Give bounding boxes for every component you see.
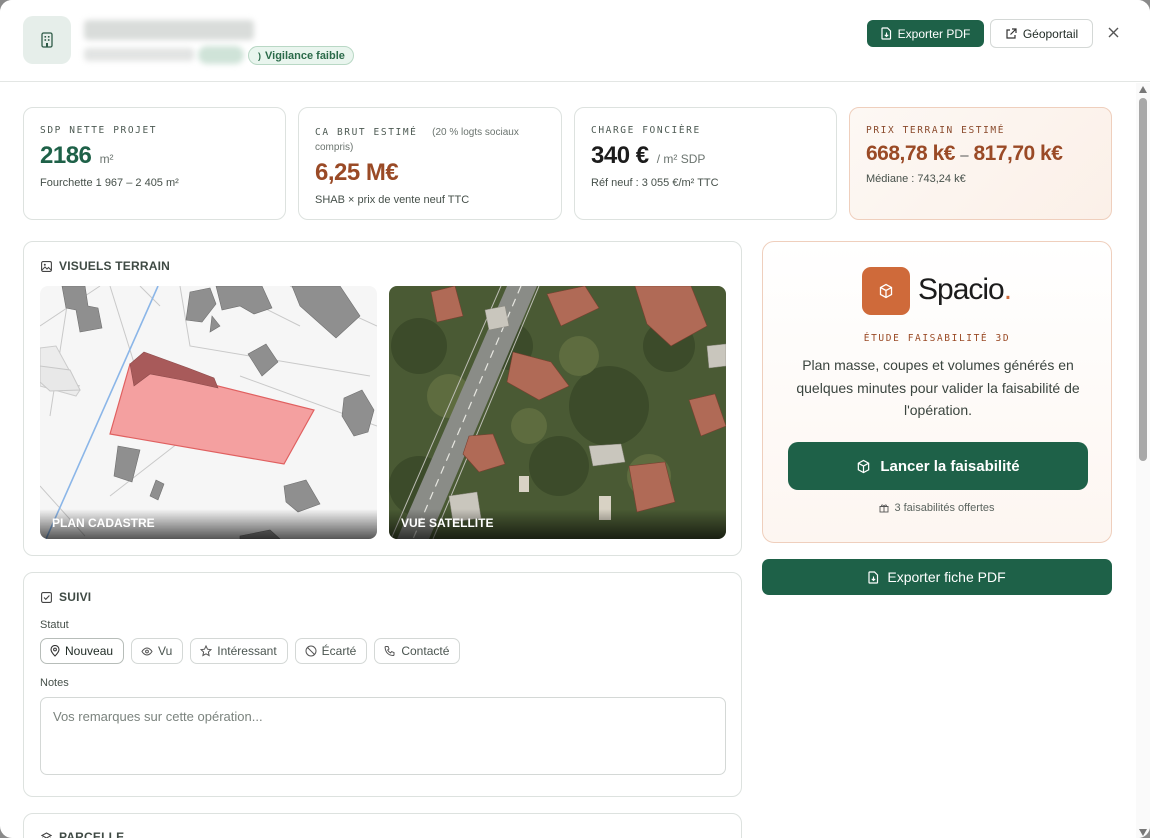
kpi-label: SDP NETTE PROJET	[40, 125, 158, 136]
scrollbar-thumb[interactable]	[1139, 98, 1147, 461]
badge-redacted	[198, 46, 244, 64]
status-chip-interessant[interactable]: Intéressant	[190, 638, 288, 664]
parcelle-panel: PARCELLE	[23, 813, 742, 838]
notes-label: Notes	[40, 677, 69, 689]
kpi-ca-card: CA BRUT ESTIMÉ (20 % logts sociaux compr…	[298, 107, 562, 220]
spacio-brand-name: Spacio.	[918, 273, 1012, 306]
close-icon	[1108, 27, 1118, 37]
file-export-icon	[868, 570, 879, 584]
export-fiche-pdf-button[interactable]: Exporter fiche PDF	[762, 559, 1112, 595]
kpi-note: SHAB × prix de vente neuf TTC	[315, 194, 470, 206]
spacio-offer: 3 faisabilités offertes	[763, 502, 1111, 514]
kpi-value: 6,25 M€	[315, 159, 399, 186]
spacio-promo-card: Spacio. ÉTUDE FAISABILITÉ 3D Plan masse,…	[762, 241, 1112, 543]
satellite-map-image[interactable]: VUE SATELLITE	[389, 286, 726, 539]
kpi-value: 668,78 k€ – 817,70 k€	[866, 142, 1063, 165]
kpi-value: 340 € / m² SDP	[591, 142, 706, 169]
eye-icon	[141, 646, 153, 656]
vigilance-icon: )	[258, 50, 261, 61]
satellite-caption: VUE SATELLITE	[389, 509, 726, 539]
status-chip-ecarte[interactable]: Écarté	[294, 638, 368, 664]
status-chip-contacte[interactable]: Contacté	[374, 638, 461, 664]
satellite-view-drawing	[389, 286, 726, 539]
phone-icon	[384, 646, 395, 657]
suivi-panel: SUIVI Statut Nouveau Vu Intéressant Écar…	[23, 572, 742, 797]
scroll-down-arrow-icon[interactable]	[1139, 829, 1147, 836]
visuels-terrain-panel: VISUELS TERRAIN PLAN CADASTRE VUE SATELL…	[23, 241, 742, 556]
kpi-charge-card: CHARGE FONCIÈRE 340 € / m² SDP Réf neuf …	[574, 107, 837, 220]
status-chip-nouveau[interactable]: Nouveau	[40, 638, 125, 664]
status-chip-group: Nouveau Vu Intéressant Écarté Contacté	[40, 638, 461, 664]
statut-label: Statut	[40, 619, 69, 631]
cadastre-caption: PLAN CADASTRE	[40, 509, 377, 539]
gift-icon	[879, 504, 889, 513]
spacio-description: Plan masse, coupes et volumes générés en…	[796, 357, 1080, 418]
modal-header: ) Vigilance faible Exporter PDF Géoporta…	[0, 0, 1150, 82]
kpi-sdp-card: SDP NETTE PROJET 2186 m² Fourchette 1 96…	[23, 107, 286, 220]
kpi-label: CHARGE FONCIÈRE	[591, 125, 701, 136]
image-icon	[41, 260, 52, 272]
star-icon	[200, 645, 213, 657]
ban-icon	[305, 645, 317, 657]
section-title: VISUELS TERRAIN	[41, 259, 170, 273]
cadastre-map-image[interactable]: PLAN CADASTRE	[40, 286, 377, 539]
parcel-address-redacted	[84, 20, 254, 40]
building-icon	[23, 16, 71, 64]
geoportail-button[interactable]: Géoportail	[990, 19, 1093, 48]
file-export-icon	[881, 27, 891, 40]
kpi-note: Réf neuf : 3 055 €/m² TTC	[591, 177, 719, 189]
notes-textarea[interactable]	[40, 697, 726, 775]
external-link-icon	[1006, 27, 1017, 39]
kpi-label: CA BRUT ESTIMÉ (20 % logts sociaux compr…	[315, 127, 519, 153]
cube-icon	[858, 459, 870, 473]
spacio-logo-icon	[862, 267, 910, 315]
map-pin-icon	[50, 645, 60, 657]
kpi-note: Médiane : 743,24 k€	[866, 173, 966, 185]
section-title: SUIVI	[41, 590, 91, 604]
kpi-value: 2186 m²	[40, 142, 114, 169]
kpi-label: PRIX TERRAIN ESTIMÉ	[866, 125, 1006, 136]
status-chip-vu[interactable]: Vu	[131, 638, 184, 664]
cadastre-map-drawing	[40, 286, 377, 539]
parcel-detail-modal: ) Vigilance faible Exporter PDF Géoporta…	[0, 0, 1150, 838]
kpi-note: Fourchette 1 967 – 2 405 m²	[40, 177, 179, 189]
scroll-up-arrow-icon[interactable]	[1139, 86, 1147, 93]
layers-icon	[41, 831, 52, 838]
spacio-tagline: ÉTUDE FAISABILITÉ 3D	[863, 333, 1011, 344]
close-button[interactable]	[1103, 22, 1123, 42]
kpi-prix-terrain-card: PRIX TERRAIN ESTIMÉ 668,78 k€ – 817,70 k…	[849, 107, 1112, 220]
lancer-faisabilite-button[interactable]: Lancer la faisabilité	[788, 442, 1088, 490]
parcel-subtitle-redacted	[84, 48, 194, 61]
vigilance-badge: ) Vigilance faible	[248, 46, 354, 65]
section-title: PARCELLE	[41, 830, 124, 838]
checkbox-icon	[41, 591, 52, 603]
export-pdf-button[interactable]: Exporter PDF	[867, 20, 984, 47]
